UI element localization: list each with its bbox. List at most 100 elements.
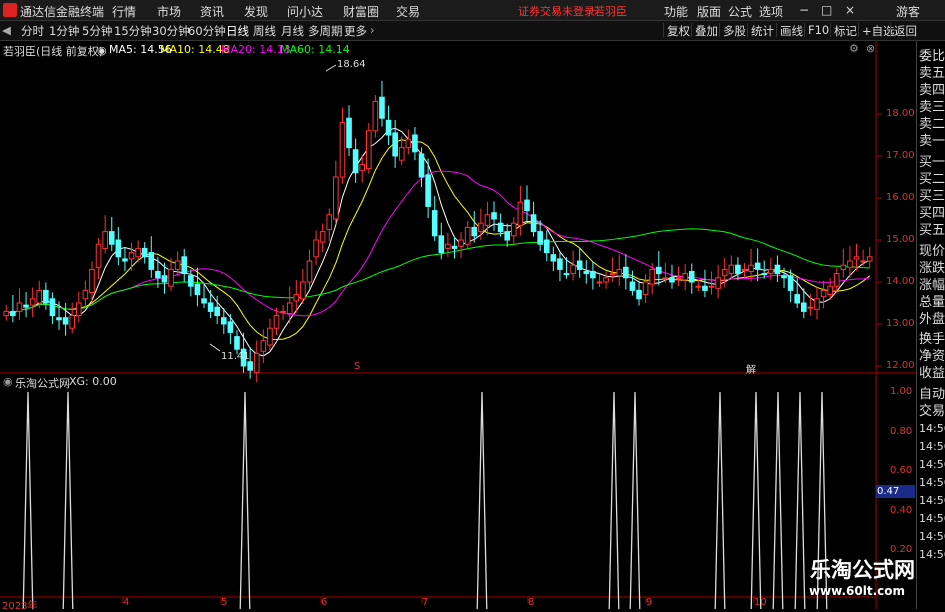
candle-body <box>188 275 194 287</box>
candle-body <box>346 117 352 149</box>
menu-shichang[interactable]: 市场 <box>157 3 181 20</box>
menu-caifuquan[interactable]: 财富圈 <box>343 3 379 20</box>
low-pointer <box>209 343 221 352</box>
settings-icon[interactable]: ⚙ <box>849 42 859 55</box>
candle-body <box>735 264 741 275</box>
candle-body <box>339 121 346 178</box>
rp-item[interactable]: 交易 <box>919 400 945 419</box>
period-60min[interactable]: 60分钟 <box>188 23 226 39</box>
candle-body <box>405 138 412 149</box>
menu-gongshi[interactable]: 公式 <box>728 3 752 20</box>
period-15min[interactable]: 15分钟 <box>114 23 152 39</box>
candle-body <box>721 268 728 277</box>
candle-body <box>537 231 543 245</box>
high-price-label: 18.64 <box>337 59 366 70</box>
kline-chart[interactable] <box>0 41 916 609</box>
candle-body <box>260 340 267 352</box>
candle-body <box>300 281 306 300</box>
candle-body <box>135 247 141 258</box>
candle-body <box>662 277 669 280</box>
tool-biaoji[interactable]: 标记 <box>830 23 857 38</box>
candle-body <box>392 132 398 157</box>
candle-body <box>761 273 768 276</box>
menu-banmian[interactable]: 版面 <box>697 3 721 20</box>
candle-body <box>781 275 787 279</box>
tool-fuquan[interactable]: 复权 <box>663 23 690 38</box>
menu-wenxiaoda[interactable]: 问小达 <box>287 3 323 20</box>
ytick: 18.00 <box>886 108 915 119</box>
candle-body <box>847 260 853 268</box>
period-30min[interactable]: 30分钟 <box>152 23 190 39</box>
tool-diejia[interactable]: 叠加 <box>691 23 718 38</box>
candle-body <box>445 243 451 249</box>
chevron-right-icon[interactable]: › <box>370 23 375 37</box>
candle-body <box>675 277 682 280</box>
eye-icon-2[interactable]: ◉ <box>3 375 13 388</box>
candle-body <box>10 310 16 317</box>
low-price-label: 11.41 <box>221 351 250 362</box>
candle-body <box>860 260 866 263</box>
sell-marker: S <box>354 361 361 372</box>
candle-body <box>108 231 115 245</box>
candle-body <box>412 134 418 153</box>
xtick: 4 <box>123 597 130 608</box>
menu-hangqing[interactable]: 行情 <box>112 3 136 20</box>
period-weekly[interactable]: 周线 <box>253 23 276 39</box>
candle-body <box>649 268 656 285</box>
candle-body <box>43 289 49 304</box>
rp-time: 14:56 <box>919 440 945 453</box>
candle-body <box>207 302 214 312</box>
maximize-icon[interactable]: □ <box>821 3 832 17</box>
candle-body <box>155 271 161 279</box>
candle-body <box>596 281 603 284</box>
candle-body <box>181 256 188 275</box>
period-5min[interactable]: 5分钟 <box>82 23 112 39</box>
period-daily[interactable]: 日线 <box>226 23 249 39</box>
rp-time: 14:56 <box>919 530 945 543</box>
candle-body <box>669 277 675 283</box>
watermark-title: 乐淘公式网 <box>810 558 915 582</box>
rp-item: 买五 <box>919 223 945 238</box>
tool-duogu[interactable]: 多股 <box>719 23 746 38</box>
candle-body <box>431 210 438 237</box>
candle-body <box>29 298 36 306</box>
menu-gongneng[interactable]: 功能 <box>664 3 688 20</box>
candle-body <box>590 271 596 279</box>
tool-f10[interactable]: F10 <box>804 23 829 37</box>
period-monthly[interactable]: 月线 <box>281 23 304 39</box>
menu-xuanxiang[interactable]: 选项 <box>759 3 783 20</box>
candle-body <box>629 281 636 291</box>
candle-body <box>326 214 333 231</box>
minimize-icon[interactable]: − <box>799 3 809 17</box>
ind-ytick: 0.60 <box>890 465 913 476</box>
menu-faxian[interactable]: 发现 <box>244 3 268 20</box>
tool-tongji[interactable]: 统计 <box>747 23 774 38</box>
period-1min[interactable]: 1分钟 <box>49 23 79 39</box>
candle-body <box>853 256 860 260</box>
candle-body <box>214 306 221 317</box>
rp-time: 14:56 <box>919 476 945 489</box>
eye-icon[interactable]: ◉ <box>97 44 107 57</box>
candle-body <box>497 222 504 233</box>
candle-body <box>794 294 801 304</box>
tool-fanhui[interactable]: 返回 <box>890 23 917 38</box>
menu-jiaoyi[interactable]: 交易 <box>396 3 420 20</box>
login-warning[interactable]: 证券交易未登录 <box>518 3 595 19</box>
menu-zixun[interactable]: 资讯 <box>200 3 224 20</box>
candle-body <box>141 247 148 258</box>
candle-body <box>866 256 873 262</box>
guest-label[interactable]: 游客 <box>896 3 920 20</box>
period-fenshi[interactable]: 分时 <box>21 23 44 39</box>
ma10-label: MA10: 14.48 <box>160 43 230 56</box>
ytick: 12.00 <box>886 360 915 371</box>
candle-body <box>603 277 609 283</box>
close-icon[interactable]: × <box>845 3 855 17</box>
period-multi[interactable]: 多周期 <box>308 23 343 39</box>
collapse-left-icon[interactable]: ◀ <box>2 23 11 37</box>
rp-item: 外盘 <box>919 312 945 327</box>
candle-body <box>576 260 583 270</box>
tool-huaxian[interactable]: 画线 <box>776 23 803 38</box>
period-more[interactable]: 更多 <box>344 23 367 39</box>
close-panel-icon[interactable]: ⊗ <box>866 42 875 55</box>
candle-body <box>478 222 484 233</box>
